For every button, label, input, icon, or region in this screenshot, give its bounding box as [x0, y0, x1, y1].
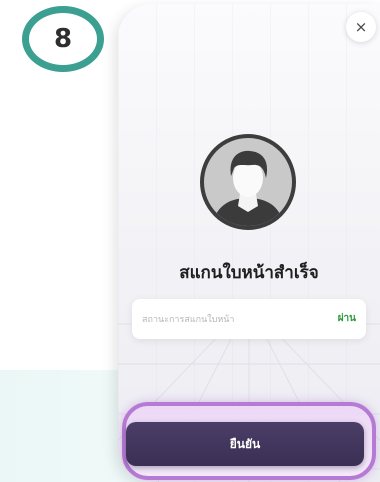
- tutorial-step-screen: 8 × สแกนใบหน้าสำเร็จ สถานะการสแกนใบหน้า …: [0, 0, 380, 482]
- user-silhouette-icon: [212, 150, 284, 226]
- scan-status-label: สถานะการสแกนใบหน้า: [142, 315, 235, 325]
- face-avatar: [200, 134, 296, 230]
- close-button[interactable]: ×: [346, 12, 376, 42]
- step-number: 8: [53, 24, 73, 54]
- confirm-button[interactable]: ยืนยัน: [126, 422, 364, 466]
- confirm-button-label: ยืนยัน: [229, 436, 261, 451]
- step-number-badge: 8: [22, 6, 104, 72]
- close-icon: ×: [354, 17, 368, 36]
- scan-status-card: สถานะการสแกนใบหน้า ผ่าน: [132, 299, 366, 339]
- scan-success-title: สแกนใบหน้าสำเร็จ: [179, 263, 319, 283]
- scan-status-value: ผ่าน: [337, 313, 356, 324]
- phone-screen: × สแกนใบหน้าสำเร็จ สถานะการสแกนใบหน้า ผ่…: [118, 4, 380, 482]
